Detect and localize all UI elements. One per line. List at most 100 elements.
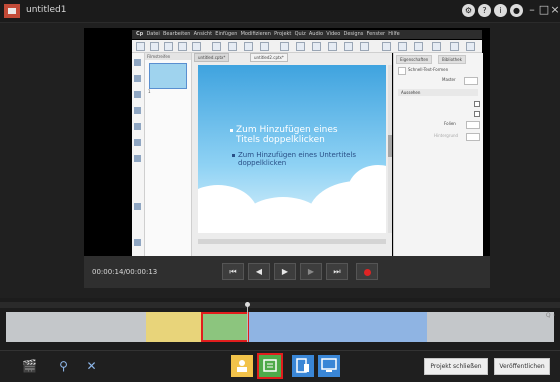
toolbar-tool-icon[interactable] bbox=[228, 42, 237, 51]
clapperboard-icon[interactable]: 🎬 bbox=[22, 359, 37, 374]
menu-item[interactable]: Fenster bbox=[367, 31, 386, 37]
menu-item[interactable]: Audio bbox=[309, 31, 323, 37]
skip-to-start-button[interactable]: ⏮ bbox=[222, 263, 244, 280]
desktop-mode-button[interactable] bbox=[318, 355, 340, 377]
toolbar-tool-icon[interactable] bbox=[382, 42, 391, 51]
filmstrip-tab[interactable]: Filmstreifen bbox=[145, 53, 191, 60]
tool-icon[interactable] bbox=[134, 107, 141, 114]
gear-icon[interactable]: ⚙ bbox=[462, 4, 475, 17]
menu-item[interactable]: Bearbeiten bbox=[163, 31, 190, 37]
document-tab[interactable]: untitled.cptx* bbox=[194, 53, 230, 62]
menu-item[interactable]: Ansicht bbox=[194, 31, 212, 37]
properties-panel: Eigenschaften Bibliothek Schnell-Text-Fo… bbox=[393, 53, 483, 263]
playhead-handle[interactable] bbox=[245, 302, 250, 307]
step-forward-button[interactable]: ▶ bbox=[300, 263, 322, 280]
toolbar-tool-icon[interactable] bbox=[136, 42, 145, 51]
help-icon[interactable]: ? bbox=[478, 4, 491, 17]
properties-line: Master bbox=[442, 77, 456, 82]
menu-item[interactable]: Datei bbox=[146, 31, 159, 37]
playhead[interactable] bbox=[247, 302, 248, 342]
subtitle-bullet-icon bbox=[232, 154, 235, 157]
tool-icon[interactable] bbox=[134, 75, 141, 82]
tool-icon[interactable] bbox=[134, 203, 141, 210]
toolbar-tool-icon[interactable] bbox=[280, 42, 289, 51]
info-icon[interactable]: i bbox=[494, 4, 507, 17]
menu-item[interactable]: Designs bbox=[344, 31, 364, 37]
title-bullet-icon bbox=[230, 129, 233, 132]
window-title: untitled1 bbox=[26, 5, 67, 15]
toolbar-tool-icon[interactable] bbox=[164, 42, 173, 51]
menu-item[interactable]: Hilfe bbox=[388, 31, 399, 37]
publish-button[interactable]: Veröffentlichen bbox=[494, 358, 550, 375]
slide-number: 1 bbox=[148, 89, 151, 94]
document-tab[interactable]: untitled2.cptx* bbox=[250, 53, 288, 62]
timeline-segment[interactable] bbox=[146, 312, 201, 342]
toolbar-tool-icon[interactable] bbox=[296, 42, 305, 51]
zoom-icon[interactable]: ⚲ bbox=[56, 359, 71, 374]
toolbar-tool-icon[interactable] bbox=[398, 42, 407, 51]
option-checkbox[interactable] bbox=[474, 101, 480, 107]
tool-icon[interactable] bbox=[134, 155, 141, 162]
menu-item[interactable]: Quiz bbox=[295, 31, 306, 37]
toolbar-tool-icon[interactable] bbox=[328, 42, 337, 51]
appearance-section-header[interactable]: Aussehen bbox=[398, 89, 478, 96]
library-tab[interactable]: Bibliothek bbox=[438, 55, 466, 64]
timeline-segment-selected[interactable] bbox=[201, 312, 249, 342]
slide-subtitle-placeholder[interactable]: Zum Hinzufügen eines Untertitels doppelk… bbox=[238, 151, 358, 167]
record-button[interactable] bbox=[356, 263, 378, 280]
toolbar-tool-icon[interactable] bbox=[212, 42, 221, 51]
mobile-mode-button[interactable] bbox=[292, 355, 314, 377]
play-button[interactable]: ▶ bbox=[274, 263, 296, 280]
tool-icon[interactable] bbox=[134, 139, 141, 146]
tools-icon[interactable]: ✕ bbox=[84, 359, 99, 374]
canvas-bottom-tabs: ZeitleisteFolienansicht bbox=[198, 249, 258, 266]
close-project-button[interactable]: Projekt schließen bbox=[424, 358, 488, 375]
properties-tab[interactable]: Eigenschaften bbox=[396, 55, 433, 64]
menu-item[interactable]: Projekt bbox=[274, 31, 291, 37]
captivate-tool-strip bbox=[132, 53, 145, 263]
playback-time: 00:00:14/00:00:13 bbox=[92, 268, 158, 276]
timeline-track[interactable] bbox=[6, 312, 554, 342]
property-field[interactable] bbox=[466, 121, 480, 129]
canvas-vertical-scrollbar[interactable] bbox=[388, 65, 392, 233]
timeline-segment[interactable] bbox=[249, 312, 427, 342]
slide-thumbnail[interactable] bbox=[149, 63, 187, 89]
toolbar-tool-icon[interactable] bbox=[360, 42, 369, 51]
slide-mode-button[interactable] bbox=[257, 353, 283, 379]
recording-stage: Cp Datei Bearbeiten Ansicht Einfügen Mod… bbox=[84, 28, 490, 288]
toolbar-tool-icon[interactable] bbox=[432, 42, 441, 51]
option-checkbox[interactable] bbox=[474, 111, 480, 117]
toolbar-tool-icon[interactable] bbox=[192, 42, 201, 51]
toolbar-tool-icon[interactable] bbox=[150, 42, 159, 51]
menu-item[interactable]: Video bbox=[326, 31, 340, 37]
menu-item[interactable]: Modifizieren bbox=[241, 31, 271, 37]
timeline-ruler[interactable] bbox=[0, 302, 560, 308]
toolbar-tool-icon[interactable] bbox=[414, 42, 423, 51]
canvas-horizontal-scrollbar[interactable] bbox=[198, 239, 386, 244]
toolbar-tool-icon[interactable] bbox=[244, 42, 253, 51]
tool-icon[interactable] bbox=[134, 123, 141, 130]
timeline-zoom[interactable]: Q ◦ bbox=[546, 312, 556, 319]
tool-icon[interactable] bbox=[134, 59, 141, 66]
scrollbar-thumb[interactable] bbox=[388, 135, 392, 157]
tool-icon[interactable] bbox=[134, 239, 141, 246]
toolbar-tool-icon[interactable] bbox=[450, 42, 459, 51]
minimize-icon[interactable]: – bbox=[526, 3, 538, 17]
toolbar-tool-icon[interactable] bbox=[260, 42, 269, 51]
user-mode-button[interactable] bbox=[231, 355, 253, 377]
toolbar-tool-icon[interactable] bbox=[178, 42, 187, 51]
toolbar-tool-icon[interactable] bbox=[344, 42, 353, 51]
user-icon[interactable]: ● bbox=[510, 4, 523, 17]
toolbar-tool-icon[interactable] bbox=[312, 42, 321, 51]
step-back-button[interactable]: ◀ bbox=[248, 263, 270, 280]
slide-canvas[interactable]: Zum Hinzufügen eines Titels doppelklicke… bbox=[198, 65, 386, 233]
close-icon[interactable]: × bbox=[549, 3, 560, 17]
menu-item[interactable]: Einfügen bbox=[215, 31, 237, 37]
toolbar-tool-icon[interactable] bbox=[466, 42, 475, 51]
skip-to-end-button[interactable]: ⏭ bbox=[326, 263, 348, 280]
slide-title-placeholder[interactable]: Zum Hinzufügen eines Titels doppelklicke… bbox=[236, 125, 356, 145]
tool-icon[interactable] bbox=[134, 91, 141, 98]
property-field[interactable] bbox=[466, 133, 480, 141]
player-controls: 00:00:14/00:00:13 ⏮ ◀ ▶ ▶ ⏭ bbox=[84, 256, 490, 288]
master-dropdown[interactable] bbox=[464, 77, 478, 85]
